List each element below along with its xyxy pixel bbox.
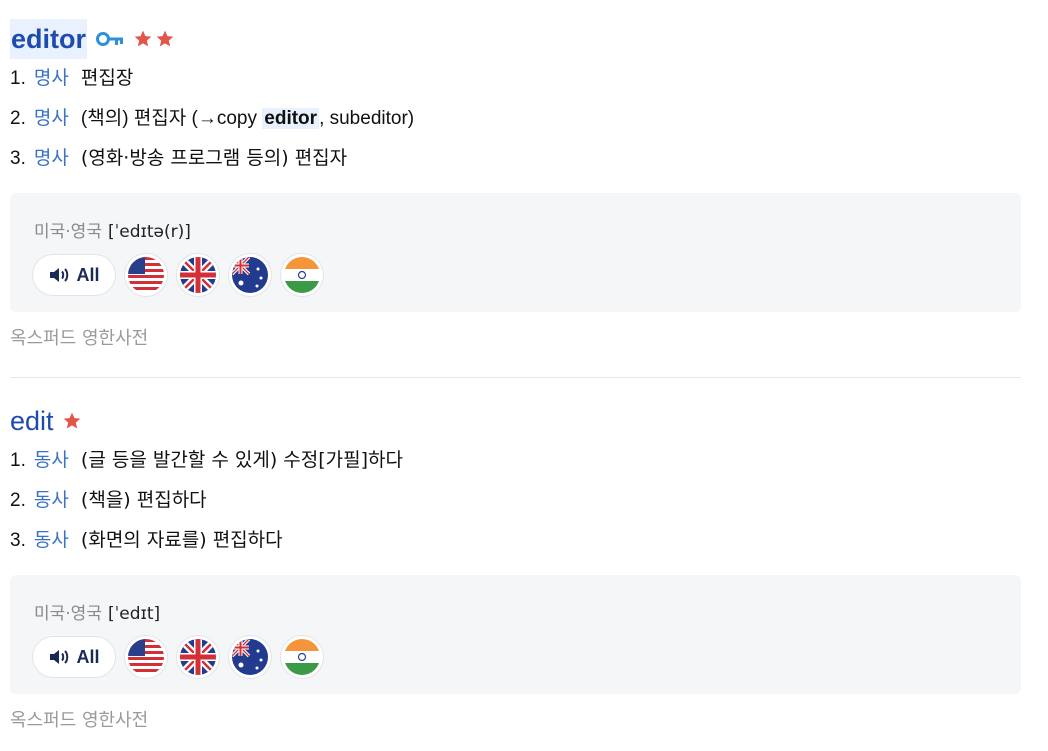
sense-definition: (화면의 자료를) 편집하다 [80,529,283,551]
uk-flag-icon [180,639,216,675]
sense-definition-tail: , subeditor) [319,108,415,129]
speaker-icon [50,268,69,282]
sense-number: 2. [10,108,26,129]
dictionary-entry-editor: editor 1. 명사 편집장 2. 명사 (책의) 편집자 (→copy e… [10,18,1021,356]
headword-link[interactable]: edit [10,401,54,441]
part-of-speech: 동사 [33,449,69,471]
dictionary-source: 옥스퍼드 영한사전 [10,328,149,349]
sense-definition: 편집장 [80,67,134,89]
part-of-speech: 동사 [33,529,69,551]
sense-number: 2. [10,490,26,511]
india-flag-button[interactable] [280,253,324,297]
sense-item: 2. 동사 (책을) 편집하다 [10,482,1021,522]
audio-button-row: All [32,253,324,297]
importance-stars [62,411,82,431]
us-flag-icon [128,257,164,293]
part-of-speech: 명사 [33,147,69,169]
sense-item: 3. 명사 (영화·방송 프로그램 등의) 편집자 [10,140,1021,180]
part-of-speech: 동사 [33,489,69,511]
pronunciation-line: 미국·영국 [ˈedɪt] [34,599,160,624]
sense-number: 1. [10,450,26,471]
pronunciation-label: 미국·영국 [34,222,102,242]
audio-button-row: All [32,635,324,679]
dictionary-entry-edit: edit 1. 동사 (글 등을 발간할 수 있게) 수정[가필]하다 2. 동… [10,400,1021,738]
india-flag-icon [284,639,320,675]
sense-definition: (영화·방송 프로그램 등의) 편집자 [80,147,348,169]
sense-item: 2. 명사 (책의) 편집자 (→copy editor, subeditor) [10,100,1021,140]
uk-flag-button[interactable] [176,635,220,679]
pronunciation-box: 미국·영국 [ˈedɪtə(r)] All [10,193,1021,312]
play-all-button[interactable]: All [32,254,116,296]
sense-number: 3. [10,530,26,551]
sense-definition: (책의) 편집자 (→copy [80,108,263,129]
australia-flag-icon [232,257,268,293]
star-icon [134,30,152,47]
pronunciation-label: 미국·영국 [34,604,102,624]
speaker-icon [50,650,69,664]
uk-flag-button[interactable] [176,253,220,297]
part-of-speech: 명사 [33,67,69,89]
sense-list: 1. 동사 (글 등을 발간할 수 있게) 수정[가필]하다 2. 동사 (책을… [10,442,1021,562]
headword-link[interactable]: editor [10,19,88,59]
pronunciation-box: 미국·영국 [ˈedɪt] All [10,575,1021,694]
headword-row: editor [10,18,1021,60]
play-all-label: All [76,264,100,285]
sense-item: 1. 명사 편집장 [10,60,1021,100]
sense-number: 3. [10,148,26,169]
star-icon [63,412,80,429]
pronunciation-ipa: [ˈedɪt] [107,604,161,624]
importance-stars [133,29,175,49]
part-of-speech: 명사 [33,107,69,129]
australia-flag-icon [232,639,268,675]
us-flag-button[interactable] [124,253,168,297]
sense-definition: (글 등을 발간할 수 있게) 수정[가필]하다 [80,449,403,471]
india-flag-button[interactable] [280,635,324,679]
sense-item: 1. 동사 (글 등을 발간할 수 있게) 수정[가필]하다 [10,442,1021,482]
sense-number: 1. [10,68,26,89]
us-flag-button[interactable] [124,635,168,679]
dictionary-source: 옥스퍼드 영한사전 [10,710,149,731]
play-all-button[interactable]: All [32,636,116,678]
uk-flag-icon [180,257,216,293]
pronunciation-ipa: [ˈedɪtə(r)] [107,222,191,242]
india-flag-icon [284,257,320,293]
us-flag-icon [128,639,164,675]
australia-flag-button[interactable] [228,635,272,679]
highlighted-term: editor [262,108,320,129]
star-icon [156,30,174,47]
pronunciation-line: 미국·영국 [ˈedɪtə(r)] [34,217,191,242]
sense-list: 1. 명사 편집장 2. 명사 (책의) 편집자 (→copy editor, … [10,60,1021,180]
sense-item: 3. 동사 (화면의 자료를) 편집하다 [10,522,1021,562]
entry-divider [10,377,1021,378]
australia-flag-button[interactable] [228,253,272,297]
key-icon [96,32,124,46]
sense-definition: (책을) 편집하다 [80,489,207,511]
play-all-label: All [76,646,100,667]
headword-row: edit [10,400,1021,442]
